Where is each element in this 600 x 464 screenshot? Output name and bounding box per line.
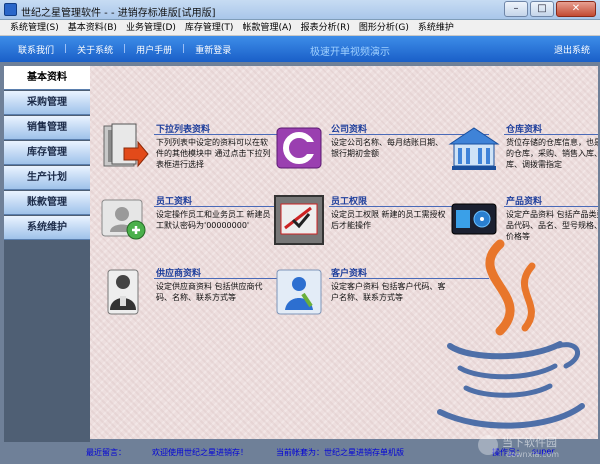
nav-video-demo[interactable]: 极速开单视频演示: [310, 43, 390, 58]
card-description: 下列列表中设定的资料可以在软件的其他模块中 通过点击下拉列表框进行选择: [156, 138, 271, 169]
card-description: 设定员工权限 新建的员工需授权后才能操作: [331, 210, 446, 230]
sidebar-item-purchase[interactable]: 采购管理: [4, 91, 90, 115]
card-divider: [329, 278, 489, 279]
menu-inventory[interactable]: 库存管理(T): [181, 20, 239, 35]
product-icon: [451, 203, 497, 235]
close-button[interactable]: ✕: [556, 1, 596, 17]
card-description: 设定客户资料 包括客户代码、客户名称、联系方式等: [331, 282, 446, 302]
warehouse-icon: [448, 127, 500, 170]
menu-business[interactable]: 业务管理(D): [122, 20, 181, 35]
nav-exit[interactable]: 退出系统: [554, 43, 590, 56]
window-controls: – □ ✕: [504, 1, 596, 17]
sidebar-item-production[interactable]: 生产计划: [4, 166, 90, 190]
menu-reports[interactable]: 报表分析(R): [297, 20, 355, 35]
sidebar-item-basic-data[interactable]: 基本资料: [4, 66, 90, 90]
card-description: 设定产品资料 包括产品类型、产品代码、品名、型号规格、指导价格等: [506, 210, 598, 241]
customer-icon: [276, 269, 322, 315]
main-content: 下拉列表资料 下列列表中设定的资料可以在软件的其他模块中 通过点击下拉列表框进行…: [90, 66, 598, 439]
dropdown-list-icon: [103, 123, 149, 168]
sidebar-item-sales[interactable]: 销售管理: [4, 116, 90, 140]
card-description: 货位存储的仓库信息，也是虚拟的仓库，采购、销售入库、出库、调拨需指定: [506, 138, 598, 169]
watermark-logo: 当下软件园 downxia.com: [478, 435, 559, 459]
java-logo: [437, 239, 585, 429]
title-bar: 世纪之星管理软件 - - 进销存标准版[试用版] – □ ✕: [0, 0, 600, 20]
card-description: 设定公司名称、每月结账日期、银行期初金额: [331, 138, 443, 158]
menu-maintenance[interactable]: 系统维护: [414, 20, 459, 35]
nav-manual[interactable]: 用户手册: [126, 43, 182, 56]
menu-basic-data[interactable]: 基本资料(B): [64, 20, 122, 35]
minimize-button[interactable]: –: [504, 1, 528, 17]
nav-relogin[interactable]: 重新登录: [185, 43, 241, 56]
window-title: 世纪之星管理软件 - - 进销存标准版[试用版]: [21, 8, 216, 19]
permission-icon: [274, 195, 324, 245]
card-divider: [504, 134, 598, 135]
footer-welcome: 欢迎使用世纪之星进销存！: [152, 448, 248, 457]
company-icon: [276, 127, 322, 169]
sidebar-item-maintenance[interactable]: 系统维护: [4, 216, 90, 240]
nav-about[interactable]: 关于系统: [67, 43, 123, 56]
top-nav: 联系我们 | 关于系统 | 用户手册 | 重新登录 极速开单视频演示 退出系统: [0, 36, 600, 62]
menu-graphs[interactable]: 图形分析(G): [355, 20, 414, 35]
menu-accounts[interactable]: 帐款管理(A): [238, 20, 296, 35]
sidebar: 基本资料 采购管理 销售管理 库存管理 生产计划 账款管理 系统维护: [4, 66, 90, 446]
employee-icon: [101, 199, 146, 240]
menu-system-management[interactable]: 系统管理(S): [6, 20, 64, 35]
watermark-sub: downxia.com: [506, 450, 559, 459]
supplier-icon: [107, 269, 139, 315]
watermark-text: 当下软件园: [502, 435, 557, 449]
app-icon: [4, 3, 17, 16]
card-description: 设定操作员工和业务员工 新建员工默认密码为'00000000': [156, 210, 271, 230]
nav-contact-us[interactable]: 联系我们: [0, 43, 64, 56]
sidebar-item-inventory[interactable]: 库存管理: [4, 141, 90, 165]
maximize-button[interactable]: □: [530, 1, 554, 17]
card-description: 设定供应商资料 包括供应商代码、名称、联系方式等: [156, 282, 263, 302]
card-divider: [504, 206, 598, 207]
footer-account: 当前帐套为：世纪之星进销存单机版: [276, 448, 404, 457]
menu-bar: 系统管理(S) 基本资料(B) 业务管理(D) 库存管理(T) 帐款管理(A) …: [0, 20, 600, 36]
sidebar-item-accounts[interactable]: 账款管理: [4, 191, 90, 215]
footer-message-label: 最近留言：: [86, 448, 126, 457]
